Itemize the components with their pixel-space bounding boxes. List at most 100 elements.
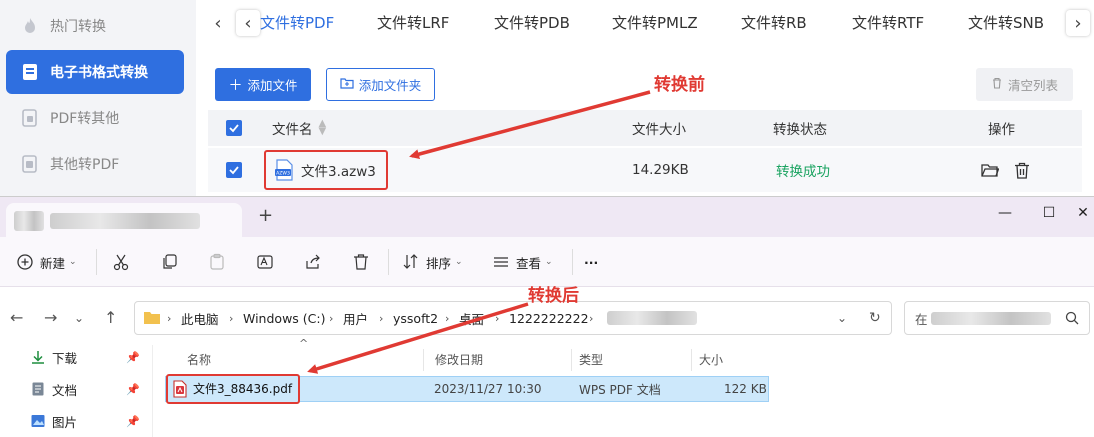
tab-scroll-right[interactable]: › <box>1066 10 1090 36</box>
tab-to-pdf[interactable]: 文件转PDF <box>260 12 334 33</box>
paste-button[interactable] <box>208 249 226 275</box>
chevron-down-icon: ⌄ <box>545 257 553 267</box>
view-label: 查看 <box>516 255 542 271</box>
refresh-icon[interactable]: ↻ <box>869 302 881 334</box>
column-header-name-label: 文件名 <box>272 122 313 138</box>
pin-icon[interactable]: 📌 <box>126 351 140 364</box>
rename-button[interactable] <box>256 249 274 275</box>
table-row[interactable]: 文件3_88436.pdf 2023/11/27 10:30 WPS PDF 文… <box>165 373 769 404</box>
breadcrumb-users[interactable]: 用户 <box>343 302 368 334</box>
breadcrumb-desktop[interactable]: 桌面 <box>459 302 484 334</box>
tab-to-pdb[interactable]: 文件转PDB <box>494 12 570 33</box>
column-header-name[interactable]: 文件名 ▲ ▼ <box>272 110 326 146</box>
tab-to-rb[interactable]: 文件转RB <box>741 12 807 33</box>
blurred-tab-title <box>50 213 200 229</box>
add-folder-button[interactable]: 添加文件夹 <box>326 68 435 101</box>
add-file-button[interactable]: ＋ 添加文件 <box>215 68 311 101</box>
tab-scroll-left-outer[interactable]: ‹ <box>206 10 230 36</box>
copy-icon <box>163 254 177 269</box>
pdf-file-name-cell: 文件3_88436.pdf <box>166 373 301 404</box>
trash-icon <box>354 254 368 270</box>
new-tab-button[interactable]: + <box>258 205 273 226</box>
breadcrumb-drive-c[interactable]: Windows (C:) <box>243 302 325 334</box>
tab-to-snb[interactable]: 文件转SNB <box>968 12 1044 33</box>
up-arrow-icon[interactable]: ↑ <box>104 308 117 327</box>
maximize-icon[interactable]: ☐ <box>1034 199 1064 227</box>
column-divider <box>691 349 692 371</box>
sort-button[interactable]: 排序 ⌄ <box>402 249 463 275</box>
breadcrumb-user[interactable]: yssoft2 <box>393 302 438 334</box>
clear-list-button[interactable]: 清空列表 <box>976 68 1073 101</box>
format-tabbar: ‹ ‹ 文件转PDF 文件转LRF 文件转PDB 文件转PMLZ 文件转RB 文… <box>196 0 1094 48</box>
delete-button[interactable] <box>352 249 370 275</box>
breadcrumb-separator: › <box>167 311 172 325</box>
tab-to-lrf[interactable]: 文件转LRF <box>377 12 449 33</box>
copy-button[interactable] <box>160 249 178 275</box>
breadcrumb-separator: › <box>379 311 384 325</box>
nav-item-label: 图片 <box>52 414 78 430</box>
address-dropdown-icon[interactable]: ⌄ <box>837 302 847 334</box>
new-label: 新建 <box>40 255 66 271</box>
search-icon <box>1065 311 1079 325</box>
share-button[interactable] <box>304 249 322 275</box>
nav-item-label: 文档 <box>52 382 78 398</box>
chevron-down-icon: ⌄ <box>69 257 77 267</box>
nav-item-downloads[interactable]: 下载 📌 <box>30 345 140 369</box>
column-header-name[interactable]: 名称 <box>187 345 211 373</box>
column-header-modified[interactable]: 修改日期 <box>435 345 483 373</box>
open-folder-button[interactable] <box>981 148 999 192</box>
delete-row-button[interactable] <box>1014 148 1030 192</box>
pin-icon[interactable]: 📌 <box>126 415 140 428</box>
explorer-tab[interactable] <box>6 203 242 237</box>
status-badge: 转换成功 <box>776 164 830 180</box>
scissors-icon <box>113 254 129 271</box>
breadcrumb-separator: › <box>229 311 234 325</box>
minimize-icon[interactable]: — <box>990 199 1020 227</box>
breadcrumb-this-pc[interactable]: 此电脑 <box>181 302 219 334</box>
more-options-button[interactable]: ··· <box>584 249 598 275</box>
view-list-icon <box>494 257 508 267</box>
sidebar-item-label: 电子书格式转换 <box>50 65 148 81</box>
nav-item-label: 下载 <box>52 350 78 366</box>
history-chevron-icon[interactable]: ⌄ <box>74 311 84 325</box>
view-button[interactable]: 查看 ⌄ <box>492 249 553 275</box>
row-checkbox[interactable] <box>226 148 242 192</box>
explorer-toolbar: 新建 ⌄ 排序 ⌄ 查看 ⌄ ··· <box>0 237 1094 287</box>
chevron-down-icon: ⌄ <box>455 257 463 267</box>
back-arrow-icon[interactable]: ← <box>10 308 23 327</box>
file-name-text: 文件3.azw3 <box>301 164 376 180</box>
sort-ascending-icon: ^ <box>299 337 309 350</box>
sidebar-item-other-to-pdf[interactable]: 其他转PDF <box>6 142 184 186</box>
address-bar[interactable]: › 此电脑 › Windows (C:) › 用户 › yssoft2 › 桌面… <box>134 301 892 335</box>
folder-plus-icon <box>340 77 354 93</box>
cut-button[interactable] <box>112 249 130 275</box>
tab-to-pmlz[interactable]: 文件转PMLZ <box>612 12 698 33</box>
column-header-action: 操作 <box>988 122 1015 138</box>
tab-scroll-left[interactable]: ‹ <box>236 10 260 36</box>
new-button[interactable]: 新建 ⌄ <box>16 249 77 275</box>
sidebar-item-pdf-to-other[interactable]: PDF转其他 <box>6 96 184 140</box>
folder-icon <box>144 312 160 324</box>
column-header-size[interactable]: 大小 <box>699 345 723 373</box>
forward-arrow-icon[interactable]: → <box>44 308 57 327</box>
breadcrumb-folder[interactable]: 1222222222 <box>509 302 589 334</box>
converter-app: 热门转换 电子书格式转换 PDF转其他 其他转PDF ‹ ‹ 文件转PDF 文件… <box>0 0 1094 196</box>
blurred-search-placeholder <box>931 312 1051 325</box>
pdf-file-highlight: 文件3_88436.pdf <box>166 373 301 404</box>
tab-to-rtf[interactable]: 文件转RTF <box>852 12 924 33</box>
pin-icon[interactable]: 📌 <box>126 383 140 396</box>
sort-label: 排序 <box>426 255 452 271</box>
search-input[interactable]: 在 <box>904 301 1090 335</box>
file-list-panel: ＋ 添加文件 添加文件夹 清空列表 文件名 ▲ ▼ 文件大小 转换状态 操作 A… <box>196 48 1094 196</box>
nav-item-pictures[interactable]: 图片 📌 <box>30 409 140 433</box>
column-header-type[interactable]: 类型 <box>579 345 603 373</box>
rename-icon <box>257 255 273 269</box>
select-all-checkbox[interactable] <box>226 110 242 146</box>
close-icon[interactable]: ✕ <box>1068 199 1094 227</box>
pdf-file-icon <box>173 379 187 398</box>
sidebar-item-label: PDF转其他 <box>50 111 120 127</box>
nav-item-documents[interactable]: 文档 📌 <box>30 377 140 401</box>
sidebar-item-ebook[interactable]: 电子书格式转换 <box>6 50 184 94</box>
file-explorer-window: + — ☐ ✕ 新建 ⌄ 排序 ⌄ 查看 ⌄ ··· ← → ⌄ ↑ › 此电脑… <box>0 196 1094 437</box>
sidebar-item-hot[interactable]: 热门转换 <box>6 4 184 48</box>
